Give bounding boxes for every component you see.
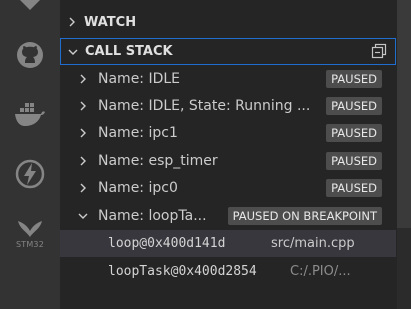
thread-row[interactable]: Name: esp_timer PAUSED [60, 148, 396, 174]
status-badge: PAUSED [326, 97, 382, 115]
chevron-right-icon [74, 183, 92, 193]
chevron-down-icon [74, 211, 92, 221]
thread-label: Name: loopTa... [98, 208, 207, 224]
status-badge: PAUSED ON BREAKPOINT [227, 207, 382, 225]
debug-sidebar: WATCH CALL STACK Name: IDLE PAUSED Name:… [60, 0, 411, 309]
status-badge: PAUSED [326, 70, 382, 88]
frame-source: src/main.cpp [271, 236, 355, 251]
activity-bar: STM32 [0, 0, 60, 309]
thread-row[interactable]: Name: ipc0 PAUSED [60, 175, 396, 201]
stm32-icon[interactable] [0, 216, 60, 240]
thread-label: Name: IDLE, State: Running ... [98, 98, 311, 114]
status-badge: PAUSED [326, 124, 382, 142]
collapse-all-icon[interactable] [371, 43, 387, 63]
stack-frame-row[interactable]: loop@0x400d141d src/main.cpp [60, 230, 396, 257]
status-badge: PAUSED [326, 179, 382, 197]
watch-title: WATCH [84, 14, 137, 30]
status-badge: PAUSED [326, 152, 382, 170]
chevron-right-icon [74, 128, 92, 138]
chevron-right-icon [74, 74, 92, 84]
thread-label: Name: esp_timer [98, 153, 218, 169]
frame-name: loopTask@0x400d2854 [108, 264, 257, 279]
call-stack-section-header[interactable]: CALL STACK [60, 38, 396, 65]
docker-icon[interactable] [0, 98, 60, 132]
extensions-icon[interactable] [0, 0, 60, 12]
watch-section-header[interactable]: WATCH [60, 10, 396, 34]
scrollbar-thumb[interactable] [397, 0, 411, 228]
chevron-right-icon [74, 101, 92, 111]
chevron-right-icon [74, 156, 92, 166]
stack-frame-row[interactable]: loopTask@0x400d2854 C:/.PIO/... [60, 258, 396, 285]
call-stack-title: CALL STACK [85, 44, 173, 59]
thread-row[interactable]: Name: IDLE PAUSED [60, 66, 396, 92]
frame-source: C:/.PIO/... [290, 264, 351, 279]
chevron-right-icon [60, 17, 84, 27]
stm32-label: STM32 [15, 240, 45, 249]
thread-row[interactable]: Name: ipc1 PAUSED [60, 120, 396, 146]
lightning-icon[interactable] [0, 156, 60, 192]
thread-label: Name: ipc0 [98, 180, 178, 196]
thread-row[interactable]: Name: loopTa... PAUSED ON BREAKPOINT [60, 203, 396, 229]
thread-row[interactable]: Name: IDLE, State: Running ... PAUSED [60, 93, 396, 119]
frame-name: loop@0x400d141d [108, 236, 226, 251]
thread-label: Name: ipc1 [98, 125, 178, 141]
github-icon[interactable] [0, 38, 60, 72]
chevron-down-icon [61, 47, 85, 57]
scrollbar[interactable] [397, 0, 411, 309]
thread-label: Name: IDLE [98, 71, 181, 87]
